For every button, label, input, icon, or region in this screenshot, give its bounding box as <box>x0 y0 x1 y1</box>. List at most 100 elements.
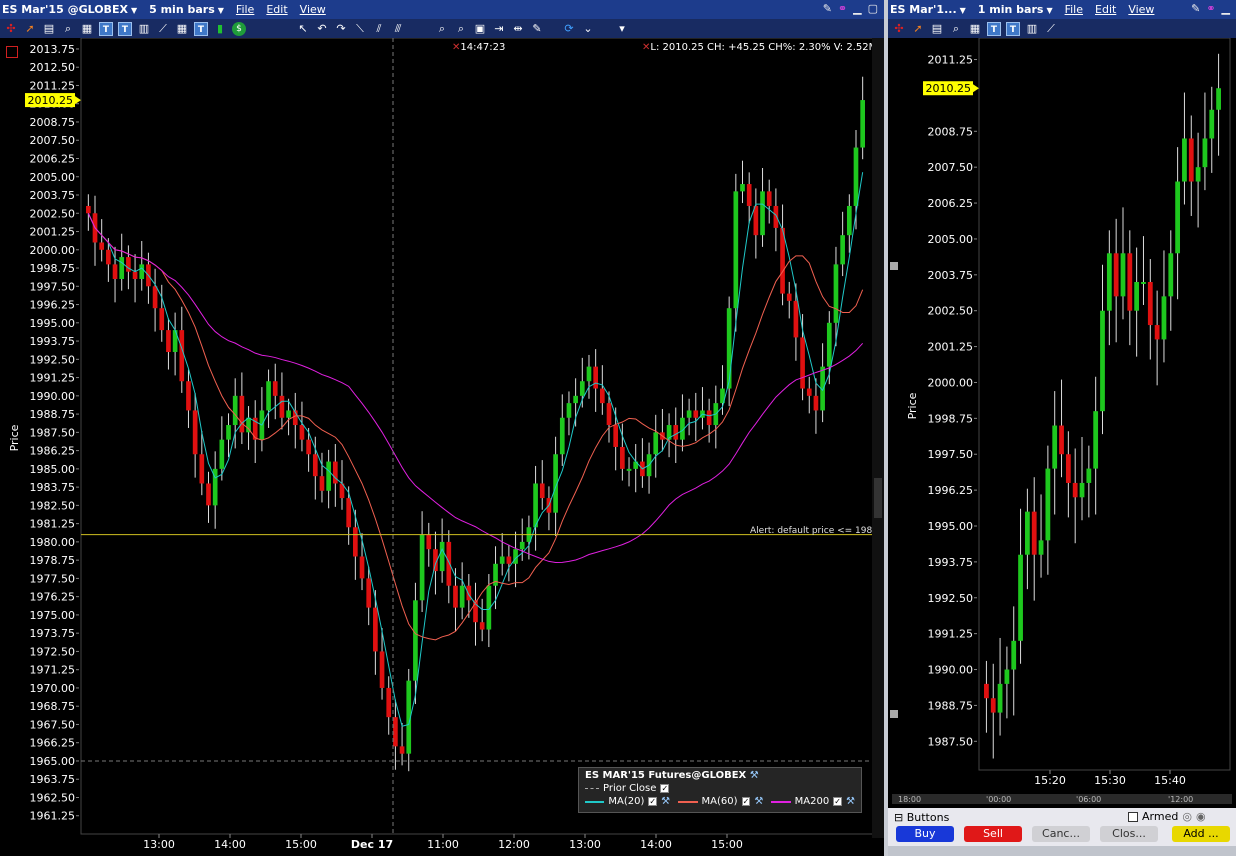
calendar-icon[interactable]: ▦ <box>80 22 94 36</box>
line-chart-icon[interactable]: ⟋ <box>1044 22 1058 36</box>
pointer-icon[interactable]: ↖ <box>296 22 310 36</box>
armed-checkbox[interactable] <box>1128 811 1138 822</box>
y-tick-label: 1972.50 <box>30 645 76 658</box>
left-menu-view[interactable]: View <box>300 3 326 16</box>
scroll-right-icon[interactable]: ⇥ <box>492 22 506 36</box>
wrench-icon[interactable]: ⚒ <box>846 796 855 807</box>
settings-icon[interactable]: ✎ <box>530 22 544 36</box>
x-tick-label: 15:30 <box>1094 774 1126 787</box>
channel-icon[interactable]: ⫻ <box>391 22 405 36</box>
right-menu-file[interactable]: File <box>1065 3 1083 16</box>
left-menu-file[interactable]: File <box>236 3 254 16</box>
text-tool-2-icon[interactable]: T <box>118 21 132 36</box>
right-menu-view[interactable]: View <box>1128 3 1154 16</box>
dollar-icon[interactable]: $ <box>232 21 246 36</box>
left-toolbar: ✣ ➚ ▤ ⌕ ▦ T T ▥ ⟋ ▦ T ▮ $ ↖ ↶ ↷ ⟍ ⫽ ⫻ ⌕ … <box>0 19 884 38</box>
zoom-in-icon[interactable]: ⌕ <box>435 22 449 36</box>
y-tick-label: 1995.00 <box>928 520 974 533</box>
wrench-icon[interactable]: ⚒ <box>750 770 759 781</box>
ma60-checkbox[interactable]: ✓ <box>741 797 751 806</box>
crosshair-icon[interactable]: ✣ <box>4 22 18 36</box>
chevron-down-icon[interactable]: ⌄ <box>581 22 595 36</box>
candle-body <box>1209 109 1215 139</box>
left-symbol-selector[interactable]: ES Mar'15 @GLOBEX ▼ <box>2 3 137 16</box>
refresh-icon[interactable]: ⟳ <box>562 22 576 36</box>
layout-icon[interactable]: ▦ <box>175 22 189 36</box>
right-bar-size-selector[interactable]: 1 min bars ▼ <box>978 3 1053 16</box>
zoom-icon[interactable]: ⌕ <box>61 22 75 36</box>
candle-body <box>332 461 338 484</box>
cancel-button[interactable]: Canc... <box>1032 826 1090 842</box>
ma20-checkbox[interactable]: ✓ <box>648 797 658 806</box>
fit-icon[interactable]: ▣ <box>473 22 487 36</box>
text-tool-icon[interactable]: T <box>987 21 1001 36</box>
minimize-icon[interactable]: ▁ <box>1222 2 1230 15</box>
maximize-icon[interactable]: ▢ <box>868 2 878 15</box>
add-button[interactable]: Add ... <box>1172 826 1230 842</box>
trend-line-icon[interactable]: ⟍ <box>353 22 367 36</box>
candle-body <box>686 410 692 418</box>
text-tool-3-icon[interactable]: T <box>194 21 208 36</box>
text-tool-2-icon[interactable]: T <box>1006 21 1020 36</box>
redo-icon[interactable]: ↷ <box>334 22 348 36</box>
y-tick-label: 2005.00 <box>928 233 974 246</box>
calendar-icon[interactable]: ▦ <box>968 22 982 36</box>
candle-body <box>499 556 505 564</box>
table-icon[interactable]: ▤ <box>930 22 944 36</box>
help-icon[interactable]: ◎ <box>1182 810 1192 823</box>
right-left-scrollbar[interactable] <box>888 38 900 808</box>
line-chart-icon[interactable]: ⟋ <box>156 22 170 36</box>
y-tick-label: 1992.50 <box>30 353 76 366</box>
x-tick-label: 14:00 <box>214 838 246 851</box>
ma60-label: MA(60) <box>701 796 738 807</box>
candle-body <box>519 541 525 550</box>
sell-button[interactable]: Sell <box>964 826 1022 842</box>
crosshair-icon[interactable]: ✣ <box>892 22 906 36</box>
y-tick-label: 1962.50 <box>30 791 76 804</box>
right-left-scroll-marker-2[interactable] <box>890 710 898 718</box>
table-icon[interactable]: ▤ <box>42 22 56 36</box>
fan-line-icon[interactable]: ⫽ <box>372 22 386 36</box>
left-bar-size-selector[interactable]: 5 min bars ▼ <box>149 3 224 16</box>
pin-icon[interactable]: ✎ <box>823 2 832 15</box>
bar-chart-icon[interactable]: ▥ <box>137 22 151 36</box>
collapse-icon[interactable]: ⊟ <box>894 811 903 824</box>
candle-body <box>1065 454 1071 483</box>
y-tick-label: 2011.25 <box>30 79 76 92</box>
minimize-icon[interactable]: ▁ <box>853 2 861 15</box>
buy-button[interactable]: Buy <box>896 826 954 842</box>
settings-icon[interactable]: ◉ <box>1196 810 1206 823</box>
link-icon[interactable]: ⚭ <box>838 2 847 15</box>
wrench-icon[interactable]: ⚒ <box>754 796 763 807</box>
candle-body <box>1134 282 1140 311</box>
bar-chart-icon[interactable]: ▥ <box>1025 22 1039 36</box>
arrow-tool-icon[interactable]: ➚ <box>911 22 925 36</box>
chevron-down-icon: ▼ <box>1046 6 1053 15</box>
wrench-icon[interactable]: ⚒ <box>661 796 670 807</box>
undo-icon[interactable]: ↶ <box>315 22 329 36</box>
right-left-scroll-marker[interactable] <box>890 262 898 270</box>
ma200-checkbox[interactable]: ✓ <box>833 797 843 806</box>
left-scrollbar-thumb[interactable] <box>874 478 882 518</box>
close-button[interactable]: Clos... <box>1100 826 1158 842</box>
left-vertical-scrollbar[interactable] <box>872 38 884 838</box>
right-symbol-selector[interactable]: ES Mar'1... ▼ <box>890 3 966 16</box>
candle-body <box>1093 411 1099 469</box>
text-tool-icon[interactable]: T <box>99 21 113 36</box>
candle-body <box>272 381 278 396</box>
link-icon[interactable]: ⚭ <box>1206 2 1215 15</box>
right-menu-edit[interactable]: Edit <box>1095 3 1116 16</box>
y-tick-label: 2002.50 <box>30 207 76 220</box>
prior-close-checkbox[interactable]: ✓ <box>660 784 670 793</box>
zoom-out-icon[interactable]: ⌕ <box>454 22 468 36</box>
armed-toggle[interactable]: Armed ◎ ◉ <box>1128 810 1206 823</box>
arrow-tool-icon[interactable]: ➚ <box>23 22 37 36</box>
volume-icon[interactable]: ▮ <box>213 22 227 36</box>
right-price-chart[interactable]: 2011.25 2008.75 2007.50 2006.25 2005.00 2003.… <box>888 38 1236 808</box>
left-menu-edit[interactable]: Edit <box>266 3 287 16</box>
pin-icon[interactable]: ✎ <box>1191 2 1200 15</box>
more-icon[interactable]: ▾ <box>615 22 629 36</box>
zoom-icon[interactable]: ⌕ <box>949 22 963 36</box>
left-price-chart[interactable]: 2013.752012.502011.252010.002008.752007.… <box>0 38 884 856</box>
pan-icon[interactable]: ⇹ <box>511 22 525 36</box>
